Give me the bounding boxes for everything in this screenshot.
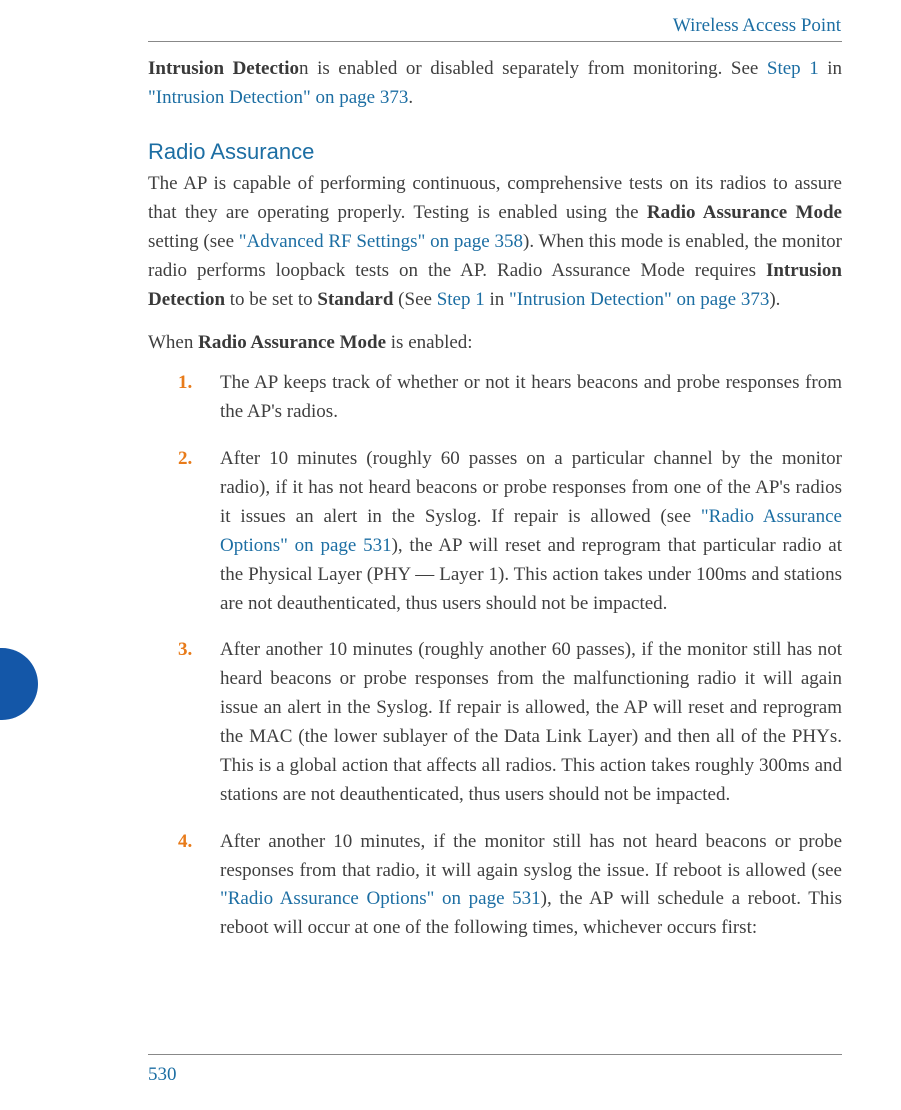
content-area: Intrusion Detection is enabled or disabl… [148, 55, 842, 961]
list-number-2: 2. [178, 445, 192, 474]
p2-b1: Radio Assurance Mode [647, 202, 842, 223]
link-intrusion-detection-373-b[interactable]: "Intrusion Detection" on page 373 [509, 289, 769, 310]
p2-t4: to be set to [225, 289, 317, 310]
link-radio-assurance-options-531-b[interactable]: "Radio Assurance Options" on page 531 [220, 888, 541, 909]
list-text-3: After another 10 minutes (roughly anothe… [220, 639, 842, 804]
p2-t5: (See [393, 289, 436, 310]
list-item-4: 4. After another 10 minutes, if the moni… [220, 828, 842, 944]
list-number-3: 3. [178, 636, 192, 665]
list-number-4: 4. [178, 828, 192, 857]
list-text-1: The AP keeps track of whether or not it … [220, 372, 842, 422]
section-heading-radio-assurance: Radio Assurance [148, 135, 842, 168]
list-item-1: 1. The AP keeps track of whether or not … [220, 369, 842, 427]
link-intrusion-detection-373[interactable]: "Intrusion Detection" on page 373 [148, 87, 408, 108]
list-number-1: 1. [178, 369, 192, 398]
link-advanced-rf-358[interactable]: "Advanced RF Settings" on page 358 [239, 231, 523, 252]
link-step1-b[interactable]: Step 1 [437, 289, 485, 310]
side-tab-icon [0, 648, 38, 720]
list-item-3: 3. After another 10 minutes (roughly ano… [220, 636, 842, 809]
p2-t7: ). [769, 289, 780, 310]
p2-t2: setting (see [148, 231, 239, 252]
when-enabled-paragraph: When Radio Assurance Mode is enabled: [148, 329, 842, 358]
intro-text-2: in [819, 58, 842, 79]
intro-text-1: n is enabled or disabled separately from… [299, 58, 767, 79]
link-step1[interactable]: Step 1 [767, 58, 819, 79]
page: Wireless Access Point Intrusion Detectio… [0, 0, 901, 1110]
intro-paragraph: Intrusion Detection is enabled or disabl… [148, 55, 842, 113]
p2-b3: Standard [317, 289, 393, 310]
p3-b1: Radio Assurance Mode [198, 332, 386, 353]
header-title: Wireless Access Point [673, 15, 841, 37]
p3-t1: When [148, 332, 198, 353]
intro-tail: . [408, 87, 413, 108]
footer-rule [148, 1054, 842, 1055]
intro-bold: Intrusion Detectio [148, 58, 299, 79]
numbered-list: 1. The AP keeps track of whether or not … [148, 369, 842, 943]
p2-t6: in [485, 289, 509, 310]
page-number: 530 [148, 1064, 177, 1086]
radio-assurance-paragraph: The AP is capable of performing continuo… [148, 170, 842, 314]
header-rule [148, 41, 842, 42]
list-item-2: 2. After 10 minutes (roughly 60 passes o… [220, 445, 842, 618]
list-text-4a: After another 10 minutes, if the monitor… [220, 831, 842, 881]
p3-t2: is enabled: [386, 332, 473, 353]
